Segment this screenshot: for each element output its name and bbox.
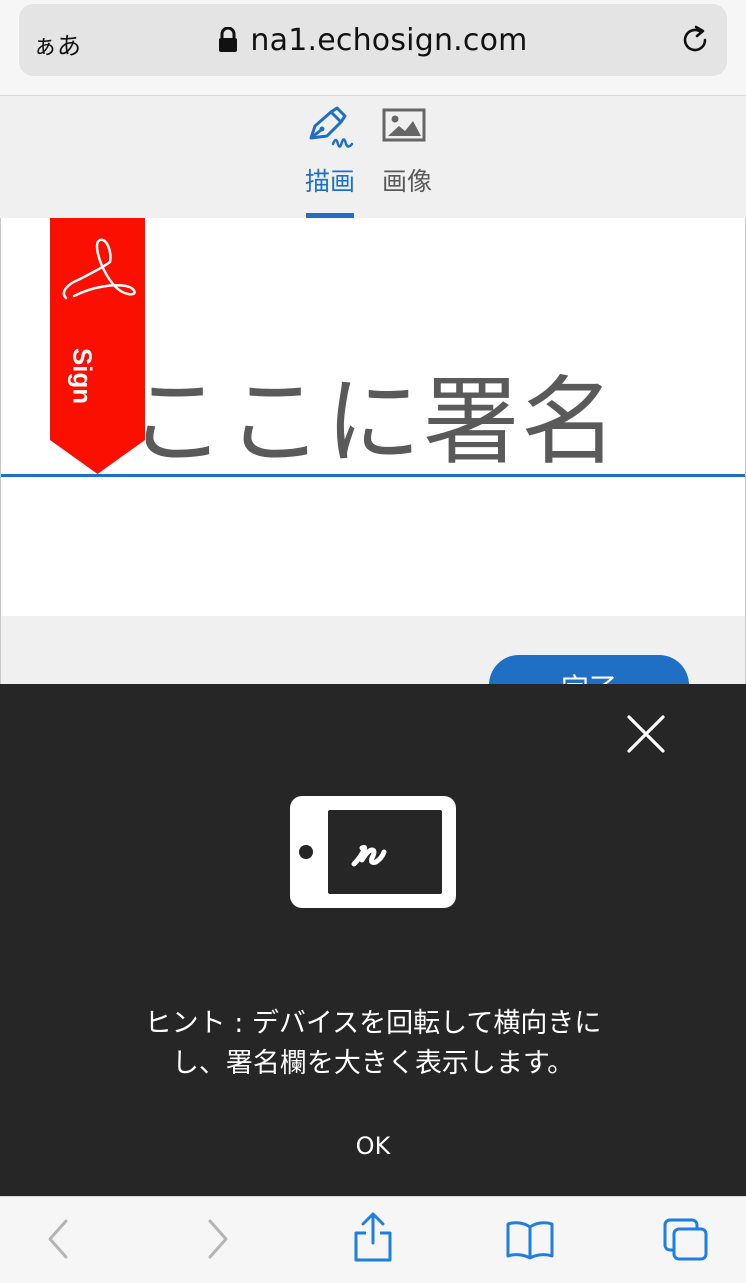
tab-draw-label: 描画 xyxy=(304,167,355,196)
browser-toolbar xyxy=(0,1196,746,1283)
browser-address-bar: ぁあ na1.echosign.com xyxy=(0,0,746,96)
url-display[interactable]: na1.echosign.com xyxy=(19,23,727,58)
hint-line-1: ヒント : デバイスを回転して横向きに xyxy=(144,1008,602,1039)
lock-icon xyxy=(219,27,238,52)
signature-canvas[interactable]: ここに署名 Sign xyxy=(1,218,745,616)
tab-image[interactable]: 画像 xyxy=(367,96,447,218)
forward-icon[interactable] xyxy=(204,1217,232,1261)
sign-flag-label: Sign xyxy=(67,347,98,405)
sign-flag xyxy=(50,218,145,474)
rotate-hint-overlay: ヒント : デバイスを回転して横向きに し、署名欄を大きく表示します。 OK xyxy=(0,684,746,1196)
close-icon[interactable] xyxy=(626,714,666,754)
url-field[interactable]: ぁあ na1.echosign.com xyxy=(19,4,727,76)
back-icon[interactable] xyxy=(44,1217,72,1261)
tab-image-label: 画像 xyxy=(381,167,432,196)
ok-button[interactable]: OK xyxy=(333,1128,413,1168)
url-text: na1.echosign.com xyxy=(250,23,528,58)
hint-line-2: し、署名欄を大きく表示します。 xyxy=(171,1048,575,1079)
hint-message: ヒント : デバイスを回転して横向きに し、署名欄を大きく表示します。 xyxy=(100,1004,646,1084)
reload-icon[interactable] xyxy=(679,24,711,56)
bookmarks-icon[interactable] xyxy=(505,1219,555,1261)
signature-mode-tabs: 描画 画像 xyxy=(0,96,746,218)
pen-signature-icon xyxy=(309,106,354,148)
share-icon[interactable] xyxy=(352,1211,394,1263)
signature-baseline xyxy=(1,474,745,477)
tab-draw[interactable]: 描画 xyxy=(290,96,370,218)
image-icon xyxy=(382,108,426,142)
signature-placeholder: ここに署名 xyxy=(129,366,619,478)
tablet-rotate-icon xyxy=(290,796,456,908)
tabs-icon[interactable] xyxy=(662,1217,710,1263)
